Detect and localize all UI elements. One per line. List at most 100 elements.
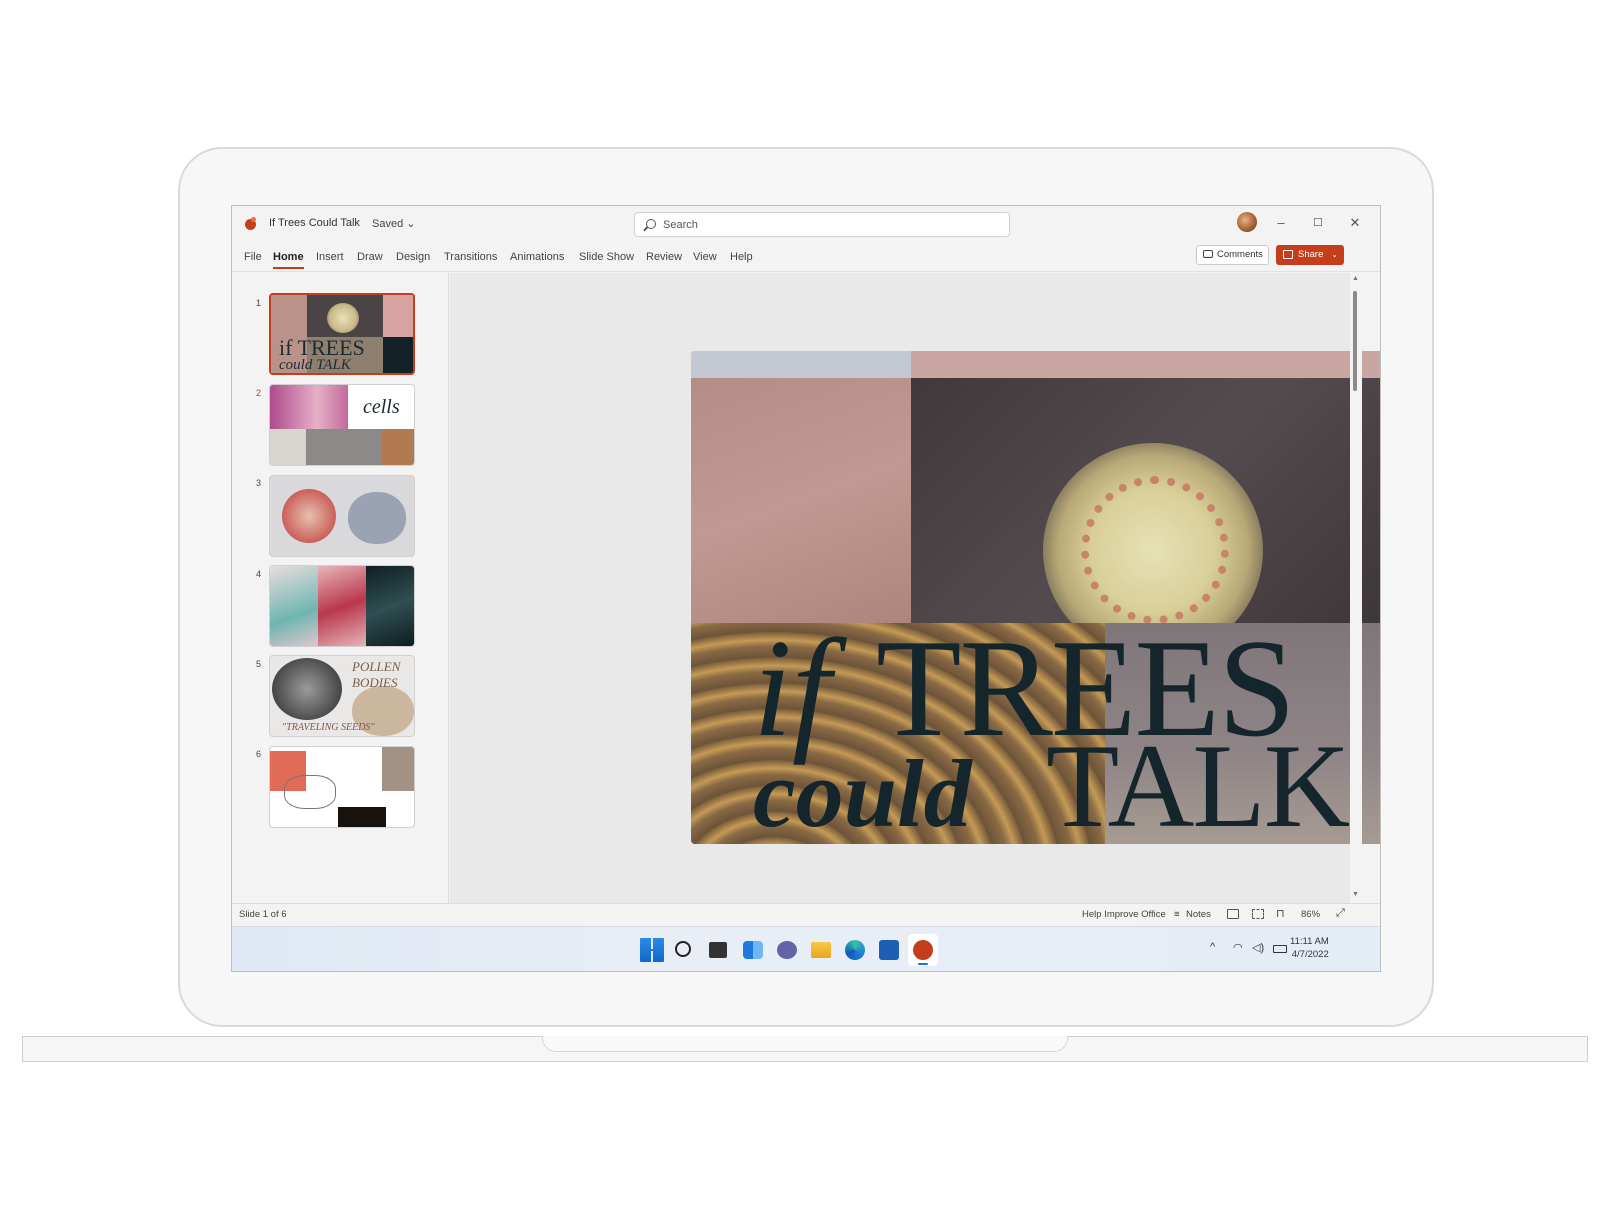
thumb-title-line1: POLLEN (352, 659, 401, 674)
slide-number: 5 (256, 659, 262, 669)
slide-thumbnail-panel: 1 if TREES could TALK 2 cells 3 4 5 POLL… (232, 273, 449, 903)
search-input[interactable] (663, 217, 993, 233)
document-title: If Trees Could Talk (269, 217, 360, 229)
slide-number: 2 (256, 388, 262, 398)
system-tray-chevron-icon[interactable]: ^ (1210, 941, 1215, 953)
scrollbar-thumb[interactable] (1353, 291, 1357, 391)
comments-label: Comments (1217, 249, 1263, 260)
notes-icon[interactable]: ≡ (1174, 909, 1180, 920)
thumb-tile (284, 775, 336, 809)
status-bar: Slide 1 of 6 Help Improve Office ≡ Notes… (232, 903, 1380, 925)
slide-thumbnail-3[interactable] (269, 475, 415, 557)
slide-thumbnail-1[interactable]: if TREES could TALK (269, 293, 415, 375)
slide-thumbnail-2[interactable]: cells (269, 384, 415, 466)
slide-tile-pink (691, 378, 911, 623)
teams-chat-icon[interactable] (777, 941, 797, 959)
slide-thumbnail-5[interactable]: POLLEN BODIES "TRAVELING SEEDS" (269, 655, 415, 737)
thumb-title-line2: BODIES (352, 675, 398, 690)
widgets-icon[interactable] (743, 941, 763, 959)
laptop-notch (542, 1036, 1068, 1052)
slide-title-if[interactable]: if (753, 619, 831, 759)
tab-design[interactable]: Design (396, 251, 430, 263)
tab-insert[interactable]: Insert (316, 251, 344, 263)
thumb-tile (282, 489, 336, 543)
powerpoint-taskbar-active-icon[interactable] (908, 934, 938, 966)
slide-tile-paper (691, 351, 911, 378)
slide-thumbnail-4[interactable] (269, 565, 415, 647)
wifi-icon[interactable]: ◠ (1233, 941, 1243, 954)
thumb-tile (270, 429, 306, 465)
zoom-level[interactable]: 86% (1301, 909, 1320, 920)
user-avatar[interactable] (1237, 212, 1257, 232)
thumb-caption: "TRAVELING SEEDS" (282, 722, 375, 733)
slide-title-could[interactable]: could (753, 746, 972, 842)
share-label: Share (1298, 249, 1324, 260)
tab-transitions[interactable]: Transitions (444, 251, 497, 263)
thumb-tile (270, 566, 318, 646)
clock-date: 4/7/2022 (1291, 949, 1329, 960)
slide-number: 4 (256, 569, 262, 579)
slide-editor-area[interactable]: if TREES could TALK (450, 273, 1380, 903)
microsoft-store-icon[interactable] (879, 940, 899, 960)
tab-file[interactable]: File (244, 251, 262, 263)
tab-animations[interactable]: Animations (510, 251, 564, 263)
screen: If Trees Could Talk Saved ⌄ – ☐ ✕ File H… (231, 205, 1381, 972)
thumb-tile (318, 566, 366, 646)
ribbon-tabs: File Home Insert Draw Design Transitions… (232, 242, 1380, 272)
thumb-title: cells (363, 396, 400, 418)
powerpoint-taskbar-icon (913, 940, 933, 960)
vertical-scrollbar[interactable]: ▲ ▼ (1350, 273, 1362, 903)
minimize-button[interactable]: – (1268, 212, 1294, 234)
slide-thumbnail-6[interactable] (269, 746, 415, 828)
active-indicator (918, 963, 928, 965)
maximize-button[interactable]: ☐ (1305, 212, 1331, 234)
saved-status-dropdown[interactable]: Saved ⌄ (372, 217, 415, 230)
tab-draw[interactable]: Draw (357, 251, 383, 263)
tab-home[interactable]: Home (273, 251, 304, 269)
slide-sorter-view-icon[interactable] (1252, 909, 1264, 919)
notes-button[interactable]: Notes (1186, 909, 1211, 920)
tab-slide-show[interactable]: Slide Show (579, 251, 634, 263)
thumb-tile (382, 747, 414, 791)
share-icon (1283, 250, 1293, 259)
slide-number: 6 (256, 749, 262, 759)
normal-view-icon[interactable] (1227, 909, 1239, 919)
thumb-tile (383, 295, 413, 337)
edge-browser-icon[interactable] (845, 940, 865, 960)
slide-tile-stem-ring (1081, 476, 1229, 624)
main-slide[interactable]: if TREES could TALK (691, 351, 1380, 845)
tab-view[interactable]: View (693, 251, 717, 263)
help-improve-office-link[interactable]: Help Improve Office (1082, 909, 1166, 920)
file-explorer-icon[interactable] (811, 942, 831, 958)
task-view-icon[interactable] (709, 942, 727, 958)
thumb-tile (270, 385, 348, 429)
scroll-up-icon[interactable]: ▲ (1352, 275, 1359, 282)
share-button[interactable]: Share ⌄ (1276, 245, 1344, 265)
title-bar: If Trees Could Talk Saved ⌄ – ☐ ✕ (232, 206, 1380, 242)
volume-icon[interactable]: ◁) (1252, 941, 1264, 954)
search-taskbar-icon[interactable] (675, 941, 691, 957)
fit-to-window-icon[interactable]: ⤢ (1336, 907, 1345, 920)
chevron-down-icon: ⌄ (1331, 250, 1338, 259)
reading-view-icon[interactable]: ⊓ (1276, 907, 1285, 920)
thumb-tile (272, 658, 342, 720)
taskbar-clock[interactable]: 11:11 AM 4/7/2022 (1290, 935, 1329, 961)
close-button[interactable]: ✕ (1342, 212, 1368, 234)
slide-title-talk[interactable]: TALK (1046, 726, 1350, 845)
windows-taskbar: ^ ◠ ◁) 11:11 AM 4/7/2022 (232, 926, 1380, 971)
search-box[interactable] (634, 212, 1010, 237)
start-menu-icon[interactable] (640, 938, 664, 962)
thumb-tile (348, 492, 406, 544)
slide-number: 1 (256, 298, 262, 308)
tab-help[interactable]: Help (730, 251, 753, 263)
slide-counter: Slide 1 of 6 (239, 909, 287, 920)
scroll-down-icon[interactable]: ▼ (1352, 891, 1359, 898)
clock-time: 11:11 AM (1290, 936, 1329, 947)
comment-icon (1203, 250, 1213, 258)
thumb-tile (383, 337, 413, 373)
slide-number: 3 (256, 478, 262, 488)
tab-review[interactable]: Review (646, 251, 682, 263)
slide-tile-paper (911, 351, 1380, 378)
comments-button[interactable]: Comments (1196, 245, 1269, 265)
battery-icon[interactable] (1273, 945, 1287, 953)
